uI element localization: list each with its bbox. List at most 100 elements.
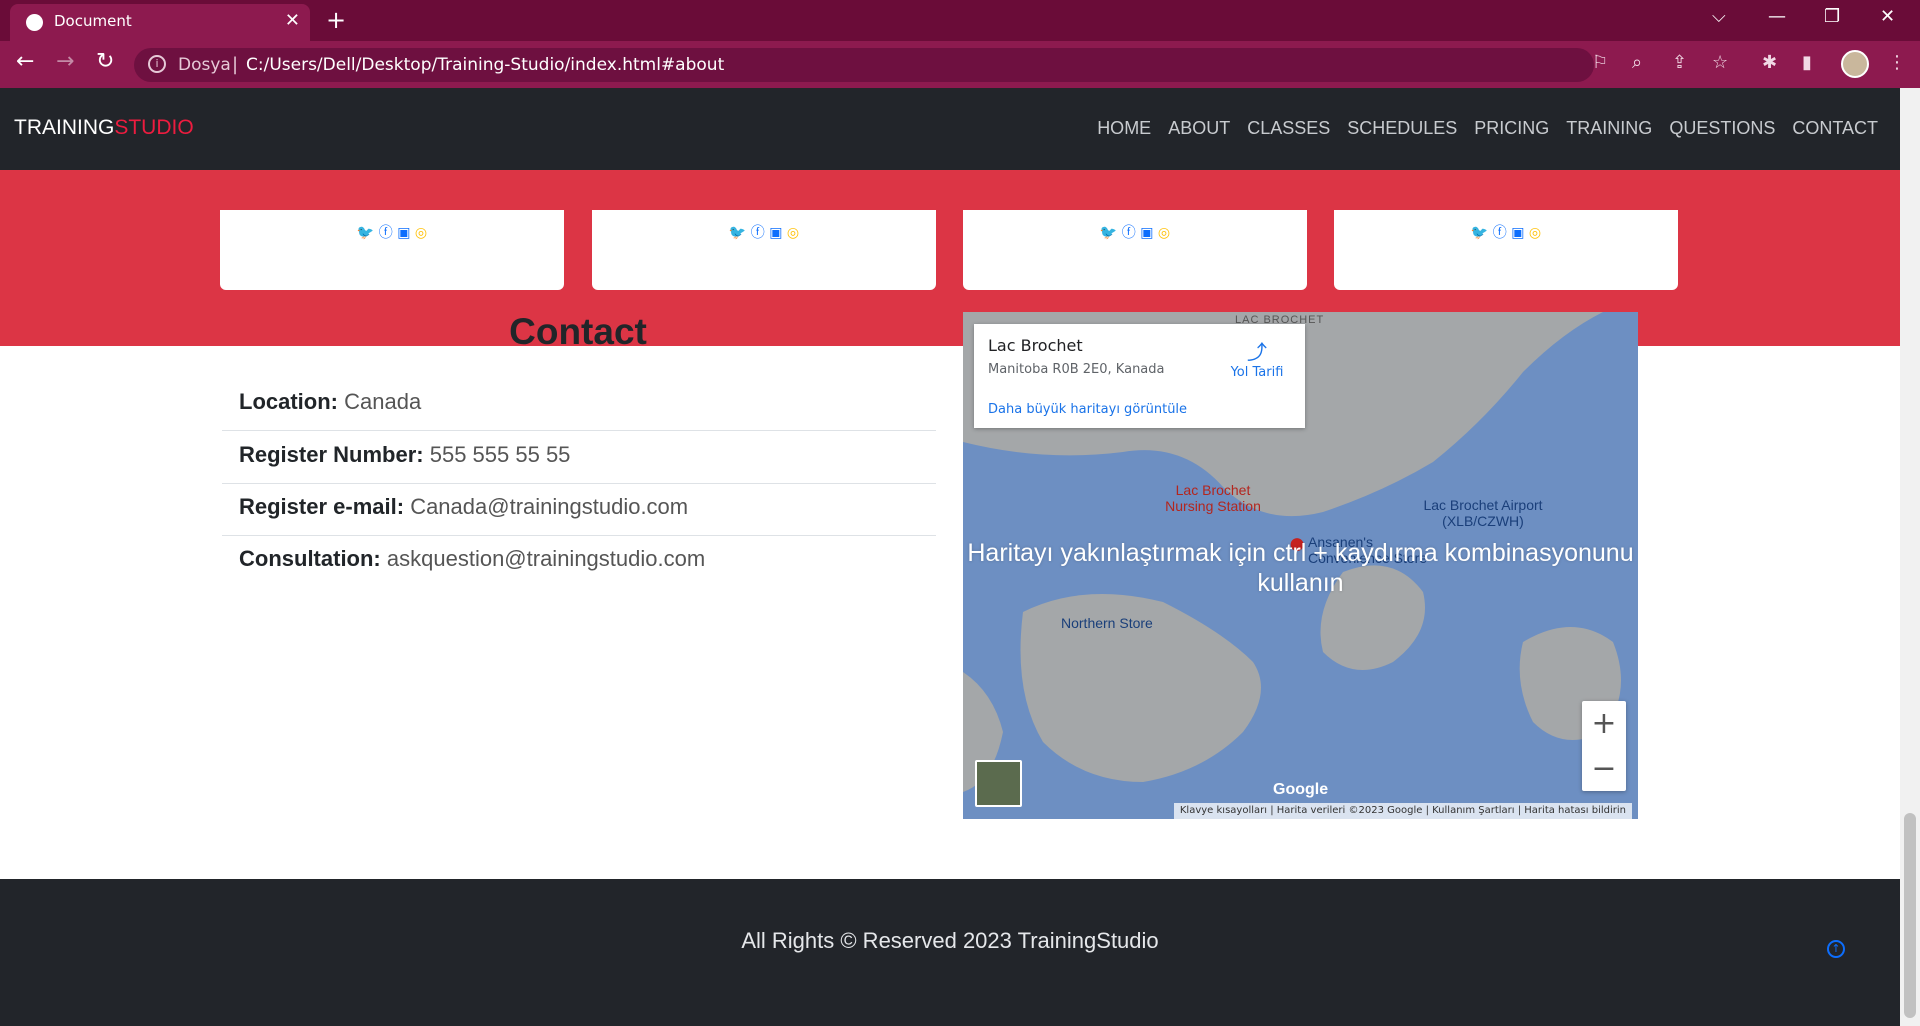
logo-main: TRAINING (14, 116, 115, 139)
trainer-card: 🐦 ⓕ ▣ ◎ (592, 210, 936, 290)
contact-title: Contact (509, 311, 647, 352)
contact-row-register-number: Register Number: 555 555 55 55 (222, 431, 936, 484)
scroll-to-top-icon[interactable]: ↑ (1827, 940, 1845, 958)
twitter-icon[interactable]: 🐦 (1100, 225, 1117, 241)
place-address: Manitoba R0B 2E0, Kanada (988, 362, 1165, 377)
facebook-icon[interactable]: ⓕ (1122, 225, 1136, 241)
nav-training[interactable]: TRAINING (1566, 118, 1652, 139)
instagram-icon[interactable]: ◎ (1158, 225, 1170, 241)
zoom-control: + − (1582, 701, 1626, 791)
contact-row-consultation: Consultation: askquestion@trainingstudio… (222, 535, 936, 588)
restore-button[interactable]: ❐ (1824, 6, 1840, 27)
security-label: Dosya (178, 55, 231, 75)
facebook-icon[interactable]: ⓕ (379, 225, 393, 241)
twitter-icon[interactable]: 🐦 (729, 225, 746, 241)
page-viewport: TRAININGSTUDIO HOME ABOUT CLASSES SCHEDU… (0, 88, 1900, 1026)
side-panel-icon[interactable]: ▮ (1802, 52, 1812, 73)
separator: | (232, 54, 239, 75)
trainer-card: 🐦 ⓕ ▣ ◎ (1334, 210, 1678, 290)
twitter-icon[interactable]: 🐦 (1471, 225, 1488, 241)
row-value: 555 555 55 55 (429, 442, 571, 467)
report-error-link[interactable]: Harita hatası bildirin (1524, 805, 1626, 816)
nav-questions[interactable]: QUESTIONS (1669, 118, 1775, 139)
new-tab-button[interactable]: + (326, 6, 346, 34)
instagram-icon[interactable]: ◎ (787, 225, 799, 241)
map-scroll-hint: Haritayı yakınlaştırmak için ctrl + kayd… (967, 539, 1634, 597)
row-value: Canada@trainingstudio.com (410, 494, 689, 519)
linkedin-icon[interactable]: ▣ (1511, 225, 1524, 241)
zoom-icon[interactable]: ⌕ (1632, 52, 1642, 73)
site-navbar: TRAININGSTUDIO HOME ABOUT CLASSES SCHEDU… (0, 88, 1900, 170)
nav-menu: HOME ABOUT CLASSES SCHEDULES PRICING TRA… (1097, 118, 1878, 139)
row-value: Canada (344, 389, 422, 414)
browser-toolbar: ← → ↻ i Dosya | C:/Users/Dell/Desktop/Tr… (0, 41, 1920, 88)
nav-home[interactable]: HOME (1097, 118, 1151, 139)
terms-link[interactable]: Kullanım Şartları (1432, 805, 1514, 816)
directions-label: Yol Tarifi (1230, 365, 1284, 380)
back-icon[interactable]: ← (16, 49, 34, 74)
info-icon[interactable]: i (148, 55, 166, 73)
place-name: Lac Brochet (988, 336, 1083, 355)
facebook-icon[interactable]: ⓕ (751, 225, 765, 241)
larger-map-link[interactable]: Daha büyük haritayı görüntüle (988, 402, 1187, 417)
nav-contact[interactable]: CONTACT (1792, 118, 1878, 139)
minimize-button[interactable]: — (1768, 6, 1786, 27)
linkedin-icon[interactable]: ▣ (1140, 225, 1153, 241)
close-window-button[interactable]: ✕ (1880, 6, 1895, 27)
keyboard-shortcuts-link[interactable]: Klavye kısayolları (1180, 805, 1267, 816)
map-label-airport[interactable]: Lac Brochet Airport (XLB/CZWH) (1413, 497, 1553, 529)
row-label: Register Number: (239, 442, 424, 467)
address-bar[interactable]: i Dosya | C:/Users/Dell/Desktop/Training… (134, 48, 1594, 82)
tab-close-icon[interactable]: ✕ (285, 10, 300, 31)
google-map-embed[interactable]: LAC BROCHET Lac Brochet Nursing Station … (963, 312, 1638, 819)
extensions-icon[interactable]: ✱ (1762, 52, 1777, 73)
translate-icon[interactable]: ⚐ (1592, 52, 1608, 73)
logo-accent: STUDIO (114, 116, 194, 139)
facebook-icon[interactable]: ⓕ (1493, 225, 1507, 241)
map-label-nursing[interactable]: Lac Brochet Nursing Station (1153, 482, 1273, 514)
row-value: askquestion@trainingstudio.com (386, 546, 706, 571)
forward-icon[interactable]: → (56, 49, 74, 74)
site-footer: All Rights © Reserved 2023 TrainingStudi… (0, 879, 1900, 1026)
menu-kebab-icon[interactable]: ⋮ (1888, 52, 1906, 73)
bookmark-star-icon[interactable]: ☆ (1712, 52, 1728, 73)
map-data-text: Harita verileri ©2023 Google (1276, 805, 1423, 816)
row-label: Register e-mail: (239, 494, 405, 519)
tab-search-icon[interactable]: ⌵ (1712, 6, 1726, 27)
browser-tab[interactable]: Document ✕ (10, 4, 310, 41)
directions-icon: ⤴ (1247, 340, 1267, 364)
linkedin-icon[interactable]: ▣ (769, 225, 782, 241)
site-logo[interactable]: TRAININGSTUDIO (14, 116, 194, 140)
map-attribution: Klavye kısayolları | Harita verileri ©20… (1173, 803, 1632, 819)
satellite-toggle[interactable] (975, 760, 1022, 807)
linkedin-icon[interactable]: ▣ (397, 225, 410, 241)
contact-row-email: Register e-mail: Canada@trainingstudio.c… (222, 483, 936, 536)
nav-schedules[interactable]: SCHEDULES (1347, 118, 1457, 139)
copyright-text: All Rights © Reserved 2023 TrainingStudi… (741, 928, 1159, 953)
globe-icon (26, 14, 43, 31)
nav-classes[interactable]: CLASSES (1247, 118, 1330, 139)
map-info-card: Lac Brochet Manitoba R0B 2E0, Kanada Dah… (974, 324, 1305, 428)
google-logo: Google (1273, 781, 1329, 798)
reload-icon[interactable]: ↻ (96, 49, 114, 74)
profile-avatar[interactable] (1841, 50, 1869, 78)
zoom-out-button[interactable]: − (1582, 746, 1626, 791)
share-icon[interactable]: ⇪ (1672, 52, 1687, 73)
row-label: Consultation: (239, 546, 381, 571)
instagram-icon[interactable]: ◎ (1529, 225, 1541, 241)
contact-row-location: Location: Canada (222, 378, 936, 431)
url-text[interactable]: C:/Users/Dell/Desktop/Training-Studio/in… (246, 55, 724, 75)
trainer-card: 🐦 ⓕ ▣ ◎ (963, 210, 1307, 290)
page-scrollbar[interactable] (1900, 88, 1920, 1026)
instagram-icon[interactable]: ◎ (415, 225, 427, 241)
twitter-icon[interactable]: 🐦 (357, 225, 374, 241)
scrollbar-thumb[interactable] (1904, 813, 1916, 1018)
tab-title: Document (54, 12, 132, 30)
trainer-card: 🐦 ⓕ ▣ ◎ (220, 210, 564, 290)
nav-pricing[interactable]: PRICING (1474, 118, 1549, 139)
directions-button[interactable]: ⤴ Yol Tarifi (1227, 336, 1287, 380)
zoom-in-button[interactable]: + (1582, 701, 1626, 746)
row-label: Location: (239, 389, 338, 414)
nav-about[interactable]: ABOUT (1168, 118, 1230, 139)
map-label-northern[interactable]: Northern Store (1061, 615, 1153, 631)
